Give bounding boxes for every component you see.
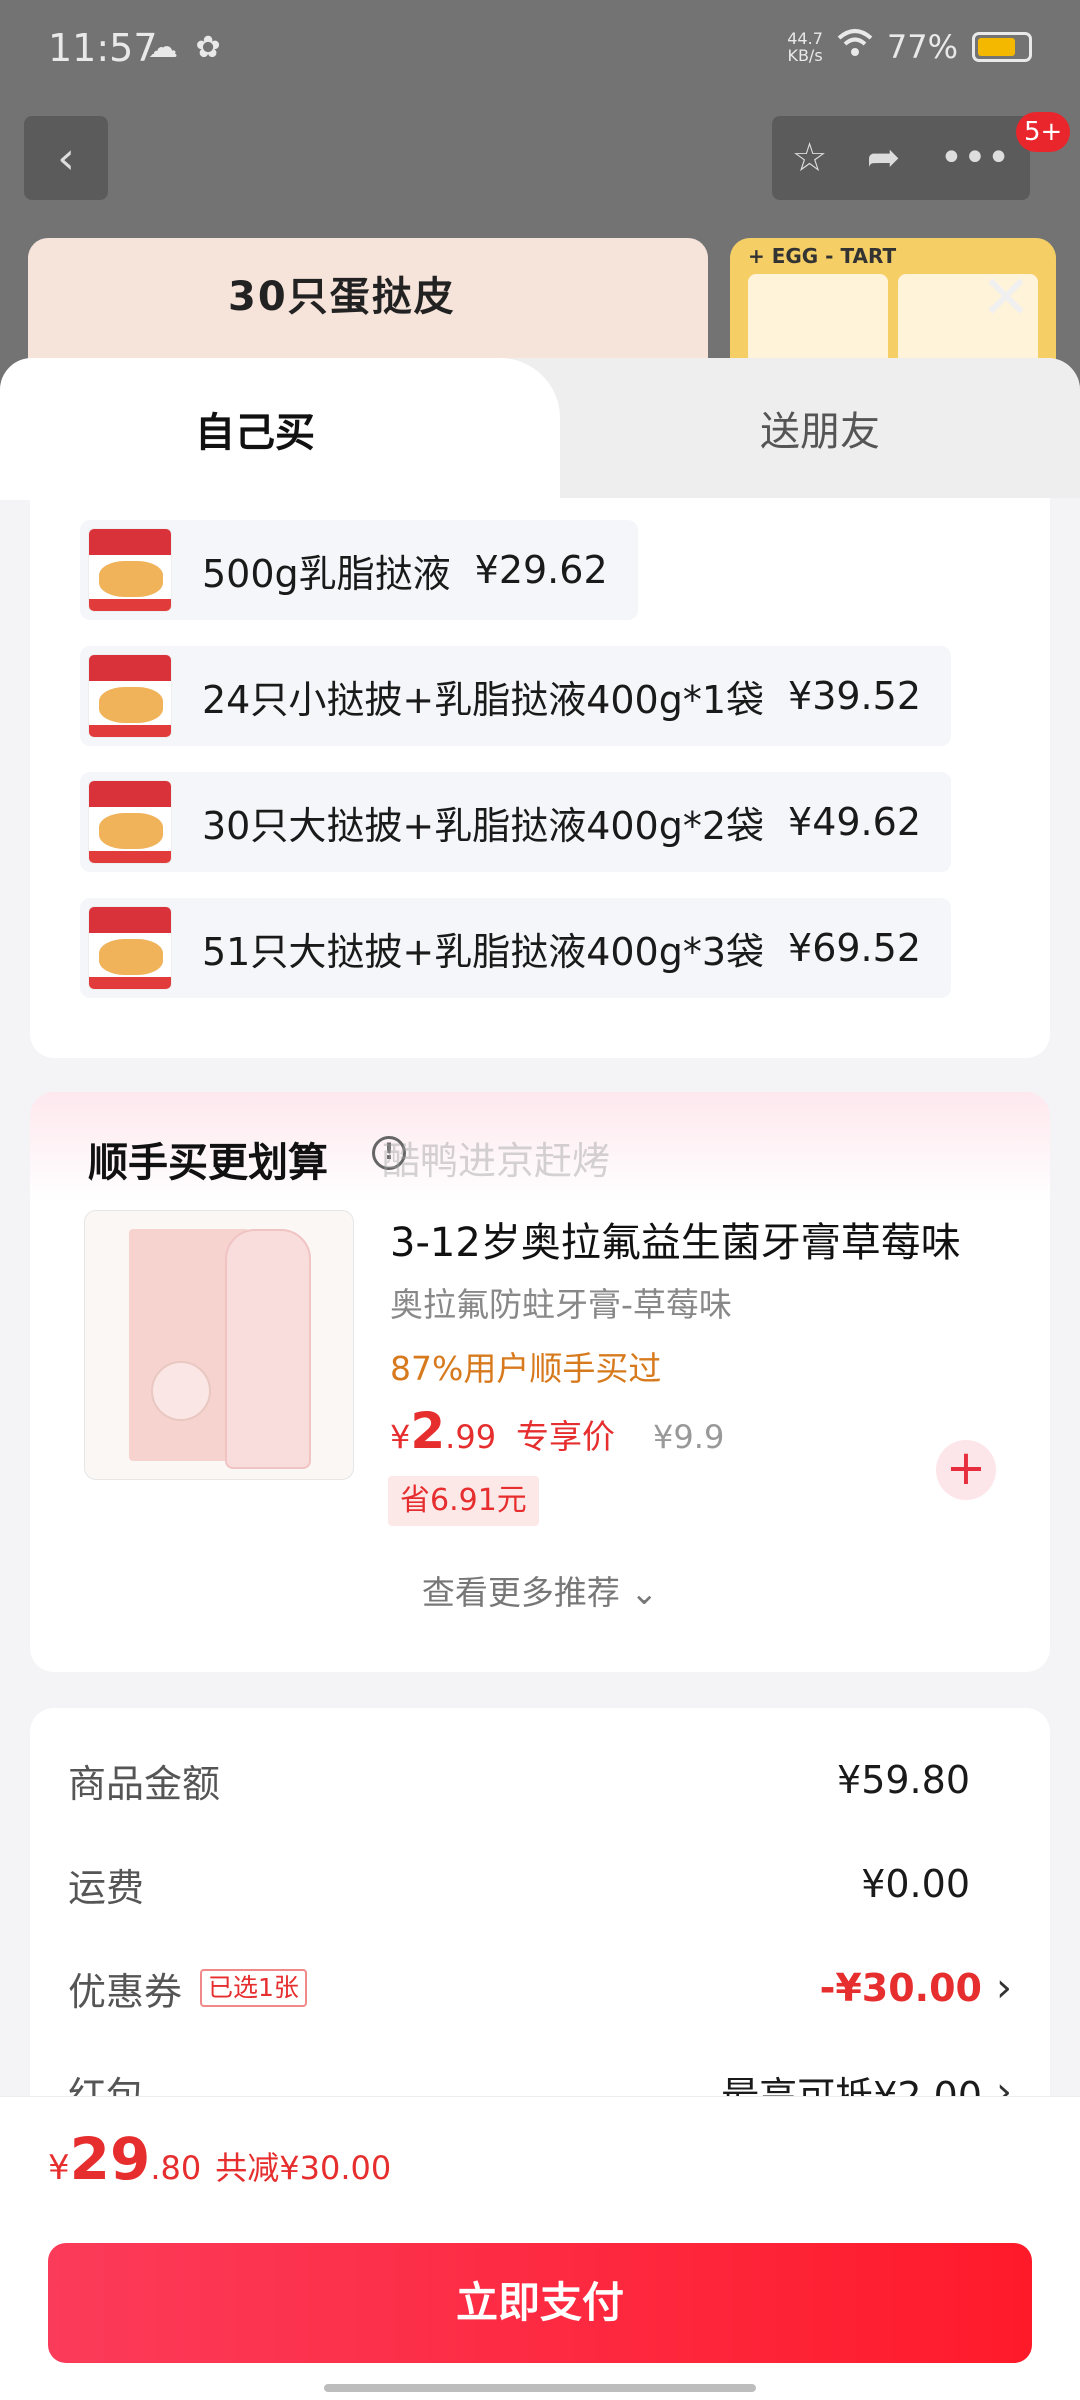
add-icon[interactable]: + xyxy=(936,1440,996,1500)
sku-label: 30只大挞披+乳脂挞液400g*2袋 xyxy=(202,803,765,848)
sku-option[interactable]: 51只大挞披+乳脂挞液400g*3袋 ¥69.52 xyxy=(80,898,951,998)
tab-gift-friend[interactable]: 送朋友 xyxy=(560,358,1080,498)
total-price: ¥ 29 .80 共减¥30.00 xyxy=(48,2125,392,2193)
more-icon[interactable]: ••• xyxy=(940,135,1011,181)
battery-icon xyxy=(972,32,1032,62)
sku-label: 51只大挞披+乳脂挞液400g*3袋 xyxy=(202,929,765,974)
addon-title: 顺手买更划算 xyxy=(88,1140,328,1186)
top-actions: ☆ ➦ ••• xyxy=(772,116,1030,200)
sku-thumbnail xyxy=(88,528,172,612)
sku-label: 500g乳脂挞液 xyxy=(202,551,451,596)
sku-label: 24只小挞披+乳脂挞液400g*1袋 xyxy=(202,677,765,722)
sku-option[interactable]: 500g乳脂挞液 ¥29.62 xyxy=(80,520,638,620)
shipping-row: 运费 ¥0.00 xyxy=(68,1862,970,1910)
battery-percent: 77% xyxy=(886,28,958,66)
back-icon: ‹ xyxy=(57,132,75,184)
back-button[interactable]: ‹ xyxy=(24,116,108,200)
close-icon[interactable]: ✕ xyxy=(976,268,1036,330)
sku-thumbnail xyxy=(88,780,172,864)
message-badge: 5+ xyxy=(1016,112,1071,152)
shipping-fee: ¥0.00 xyxy=(861,1862,970,1906)
goods-amount: ¥59.80 xyxy=(837,1758,970,1802)
product-image[interactable] xyxy=(84,1210,354,1480)
product-variant: 奥拉氟防蛀牙膏-草莓味 xyxy=(390,1285,732,1324)
network-speed: 44.7 KB/s xyxy=(787,29,823,65)
sku-option[interactable]: 24只小挞披+乳脂挞液400g*1袋 ¥39.52 xyxy=(80,646,951,746)
price-summary: 商品金额 ¥59.80 运费 ¥0.00 优惠券 已选1张 -¥30.00 › … xyxy=(30,1708,1050,2128)
checkout-sheet: 送朋友 自己买 500g乳脂挞液 ¥29.62 24只小挞披+乳脂挞液400g*… xyxy=(0,358,1080,2400)
original-price: ¥9.9 xyxy=(653,1418,725,1456)
sku-price: ¥29.62 xyxy=(474,548,608,592)
product-price: ¥ 2 .99 专享价 ¥9.9 xyxy=(390,1402,725,1460)
sku-thumbnail xyxy=(88,906,172,990)
status-right: 44.7 KB/s 77% xyxy=(787,28,1032,66)
product-stat: 87%用户顺手买过 xyxy=(390,1349,662,1388)
sku-option[interactable]: 30只大挞披+乳脂挞液400g*2袋 ¥49.62 xyxy=(80,772,951,872)
coupon-discount: -¥30.00 xyxy=(819,1966,982,2010)
share-icon[interactable]: ➦ xyxy=(867,135,901,181)
home-indicator[interactable] xyxy=(324,2384,756,2392)
more-recommendations-link[interactable]: 查看更多推荐 ⌄ xyxy=(30,1566,1050,1614)
tab-bar: 送朋友 自己买 xyxy=(0,358,1080,500)
goods-amount-row: 商品金额 ¥59.80 xyxy=(68,1758,970,1806)
coupon-row[interactable]: 优惠券 已选1张 -¥30.00 › xyxy=(68,1958,1012,2018)
total-discount: 共减¥30.00 xyxy=(215,2149,392,2187)
banner-right-tag: + EGG - TART xyxy=(748,244,897,268)
sku-thumbnail xyxy=(88,654,172,738)
checkout-bar: ¥ 29 .80 共减¥30.00 立即支付 xyxy=(0,2096,1080,2400)
sku-price: ¥49.62 xyxy=(788,800,921,844)
product-name[interactable]: 3-12岁奥拉氟益生菌牙膏草莓味 xyxy=(390,1210,961,1268)
coupon-badge: 已选1张 xyxy=(200,1969,307,2007)
status-bar: 11:57 ☁ ✿ 44.7 KB/s 77% xyxy=(0,0,1080,100)
wifi-icon xyxy=(837,28,873,66)
banner-left-title: 30只蛋挞皮 xyxy=(228,274,456,320)
status-time: 11:57 xyxy=(48,26,158,70)
battery-fill xyxy=(978,38,1015,56)
chevron-right-icon: › xyxy=(996,1965,1012,2011)
pay-now-button[interactable]: 立即支付 xyxy=(48,2243,1032,2363)
sku-price: ¥39.52 xyxy=(788,674,921,718)
tab-buy-self[interactable]: 自己买 xyxy=(0,358,560,500)
sku-price: ¥69.52 xyxy=(788,926,921,970)
price-tag: 专享价 xyxy=(516,1417,616,1456)
watermark: 酷鸭进京赶烤 xyxy=(382,1139,611,1183)
favorite-icon[interactable]: ☆ xyxy=(792,135,828,181)
addon-card: 顺手买更划算 ! 酷鸭进京赶烤 3-12岁奥拉氟益生菌牙膏草莓味 奥拉氟防蛀牙膏… xyxy=(30,1092,1050,1672)
sku-card: 500g乳脂挞液 ¥29.62 24只小挞披+乳脂挞液400g*1袋 ¥39.5… xyxy=(30,498,1050,1058)
notification-icons: ☁ ✿ xyxy=(148,30,225,65)
save-badge: 省6.91元 xyxy=(388,1476,539,1526)
